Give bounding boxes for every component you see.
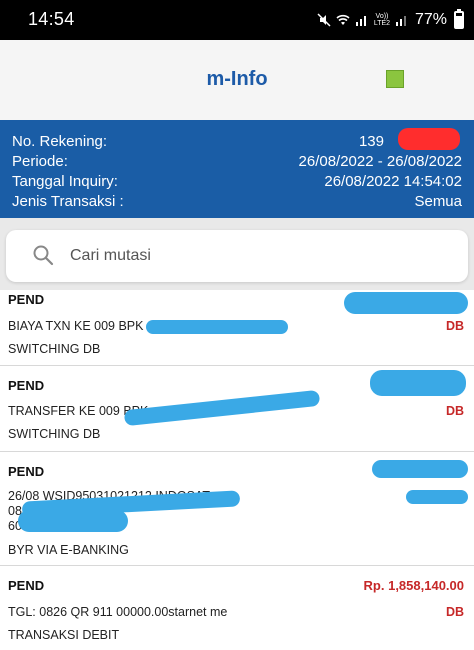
rekening-value: 139 xyxy=(358,133,384,150)
status-bar: 14:54 Vo)) LTE2 77% xyxy=(0,0,474,40)
redaction-mark xyxy=(372,460,468,478)
search-icon xyxy=(33,245,54,266)
battery-percent: 77% xyxy=(414,11,447,28)
transaction-type: DB xyxy=(445,319,464,333)
transaction-amount: Rp. 1,858,140.00 xyxy=(363,578,464,593)
transaction-desc: BIAYA TXN KE 009 BPK xyxy=(8,319,144,333)
redaction-mark xyxy=(18,510,128,532)
account-info-panel: No. Rekening: 139 Periode: 26/08/2022 - … xyxy=(0,120,474,218)
transaction-status: PEND xyxy=(8,292,45,307)
transaction-item[interactable]: PEND TRANSFER KE 009 BPK DB SWITCHING DB xyxy=(0,366,474,452)
redaction-mark xyxy=(344,292,468,314)
search-input[interactable] xyxy=(70,242,450,270)
status-indicator xyxy=(386,70,404,88)
jenis-label: Jenis Transaksi : xyxy=(12,193,124,210)
transaction-desc-2: TRANSAKSI DEBIT xyxy=(8,628,120,642)
transaction-status: PEND xyxy=(8,464,45,479)
transaction-item[interactable]: PEND 26/08 WSID95031021212 INDOSAT 08 60… xyxy=(0,452,474,566)
transaction-desc-4: BYR VIA E-BANKING xyxy=(8,543,129,557)
mute-icon xyxy=(317,13,331,27)
redaction-mark xyxy=(370,370,466,396)
periode-label: Periode: xyxy=(12,153,68,170)
status-icons: Vo)) LTE2 77% xyxy=(317,9,464,31)
jenis-value: Semua xyxy=(414,193,462,210)
transaction-item[interactable]: PEND BIAYA TXN KE 009 BPK DB SWITCHING D… xyxy=(0,290,474,366)
rekening-label: No. Rekening: xyxy=(12,133,108,150)
redaction-mark xyxy=(406,490,468,504)
transaction-status: PEND xyxy=(8,578,45,593)
transaction-status: PEND xyxy=(8,378,45,393)
jenis-row: Jenis Transaksi : Semua xyxy=(12,193,462,213)
app-header: m-Info xyxy=(0,40,474,120)
transaction-type: DB xyxy=(445,404,464,418)
transaction-type: DB xyxy=(445,605,464,619)
signal-2-icon xyxy=(395,16,406,26)
volte-label: Vo)) LTE2 xyxy=(373,13,391,27)
wifi-icon xyxy=(336,14,350,25)
signal-1-icon xyxy=(355,16,366,26)
rekening-row: No. Rekening: 139 xyxy=(12,133,462,153)
search-box[interactable] xyxy=(6,230,468,282)
status-time: 14:54 xyxy=(28,9,75,29)
inquiry-label: Tanggal Inquiry: xyxy=(12,173,118,190)
redaction-mark xyxy=(398,128,460,150)
transaction-item[interactable]: PEND Rp. 1,858,140.00 TGL: 0826 QR 911 0… xyxy=(0,566,474,650)
transaction-desc: TGL: 0826 QR 911 00000.00starnet me xyxy=(8,605,228,619)
periode-value: 26/08/2022 - 26/08/2022 xyxy=(298,153,462,170)
periode-row: Periode: 26/08/2022 - 26/08/2022 xyxy=(12,153,462,173)
battery-icon xyxy=(454,9,464,29)
inquiry-value: 26/08/2022 14:54:02 xyxy=(324,173,462,190)
transaction-desc-2: SWITCHING DB xyxy=(8,427,101,441)
redaction-mark xyxy=(123,389,321,427)
redaction-mark xyxy=(146,320,288,334)
inquiry-row: Tanggal Inquiry: 26/08/2022 14:54:02 xyxy=(12,173,462,193)
transaction-desc-2: SWITCHING DB xyxy=(8,342,101,356)
search-area xyxy=(0,218,474,290)
